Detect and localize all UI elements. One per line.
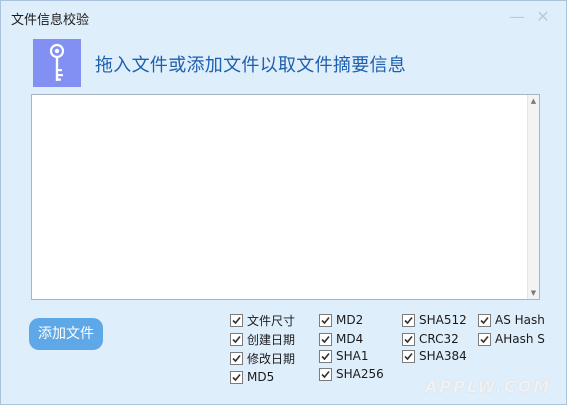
checkbox-icon [319,367,332,381]
checkbox-sha384[interactable]: SHA384 [402,348,467,364]
checkbox-icon [478,313,491,327]
checkbox-label: CRC32 [419,332,459,346]
window-title: 文件信息校验 [11,13,90,28]
checkbox-md4[interactable]: MD4 [319,331,363,347]
key-icon [33,39,81,87]
title-bar[interactable]: 文件信息校验 — ✕ [1,1,566,33]
checkbox-create-date[interactable]: 创建日期 [230,331,295,347]
checkbox-label: SHA256 [336,367,384,381]
checkbox-label: SHA384 [419,349,467,363]
scroll-down-icon[interactable]: ▼ [528,288,539,298]
checkbox-icon [230,370,243,384]
checkbox-icon [319,313,332,327]
checkbox-modify-date[interactable]: 修改日期 [230,350,295,366]
checkbox-md5[interactable]: MD5 [230,369,274,385]
checkbox-label: MD2 [336,313,364,327]
checkbox-sha256[interactable]: SHA256 [319,366,384,382]
add-file-button[interactable]: 添加文件 [29,318,103,350]
checkbox-label: AHash S [495,332,545,346]
minimize-button[interactable]: — [507,7,527,27]
checkbox-icon [230,313,243,327]
checkbox-as-hash[interactable]: AS Hash [478,312,545,328]
scroll-up-icon[interactable]: ▲ [528,96,539,106]
checkbox-icon [402,332,415,346]
checkbox-label: 创建日期 [247,332,296,347]
checkbox-file-size[interactable]: 文件尺寸 [230,312,295,328]
checkbox-label: AS Hash [495,313,545,327]
app-window: 文件信息校验 — ✕ 拖入文件或添加文件以取文件摘要信息 ▲ ▼ 添加文件 文件… [0,0,567,405]
checkbox-icon [230,332,243,346]
checkbox-label: SHA512 [419,313,467,327]
file-drop-area[interactable]: ▲ ▼ [31,94,540,300]
checkbox-sha1[interactable]: SHA1 [319,348,368,364]
scrollbar[interactable]: ▲ ▼ [527,95,539,299]
close-button[interactable]: ✕ [533,7,553,27]
header-instruction: 拖入文件或添加文件以取文件摘要信息 [95,55,407,76]
checkbox-icon [478,332,491,346]
checkbox-sha512[interactable]: SHA512 [402,312,467,328]
checkbox-crc32[interactable]: CRC32 [402,331,459,347]
checkbox-label: MD4 [336,332,364,346]
checkbox-md2[interactable]: MD2 [319,312,363,328]
watermark: APPLW.COM [425,377,552,396]
checkbox-icon [319,332,332,346]
checkbox-icon [230,351,243,365]
checkbox-icon [402,349,415,363]
checkbox-label: 文件尺寸 [247,313,296,328]
checkbox-icon [319,349,332,363]
checkbox-label: 修改日期 [247,351,296,366]
checkbox-label: MD5 [247,370,275,384]
checkbox-icon [402,313,415,327]
checkbox-ahash-s[interactable]: AHash S [478,331,545,347]
checkbox-label: SHA1 [336,349,369,363]
